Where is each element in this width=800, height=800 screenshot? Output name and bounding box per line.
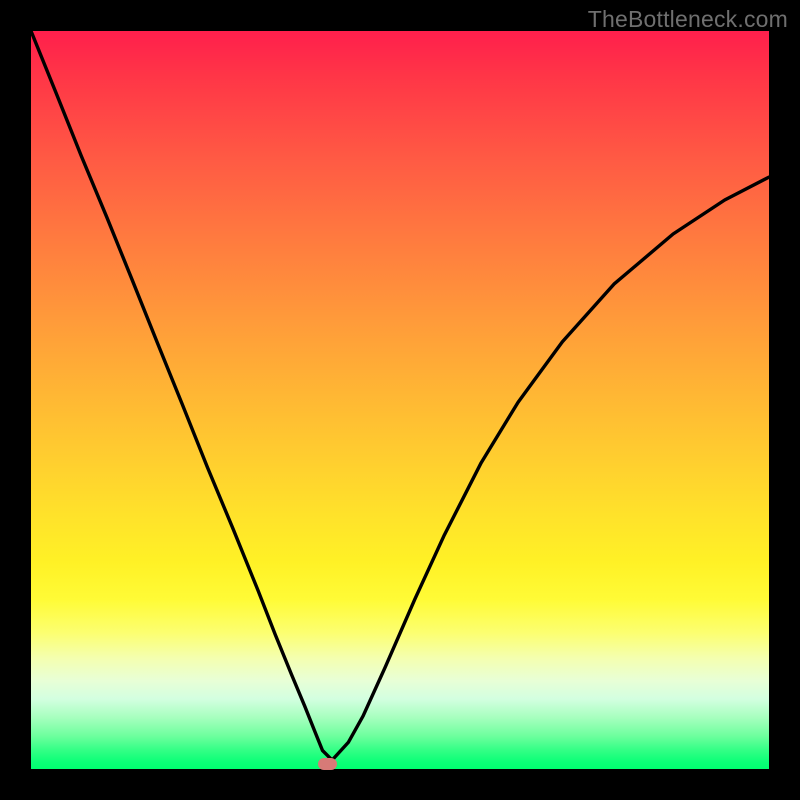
bottleneck-curve (31, 31, 769, 769)
chart-frame: TheBottleneck.com (0, 0, 800, 800)
plot-area (31, 31, 769, 769)
watermark-text: TheBottleneck.com (588, 6, 788, 33)
optimum-marker (318, 758, 337, 770)
